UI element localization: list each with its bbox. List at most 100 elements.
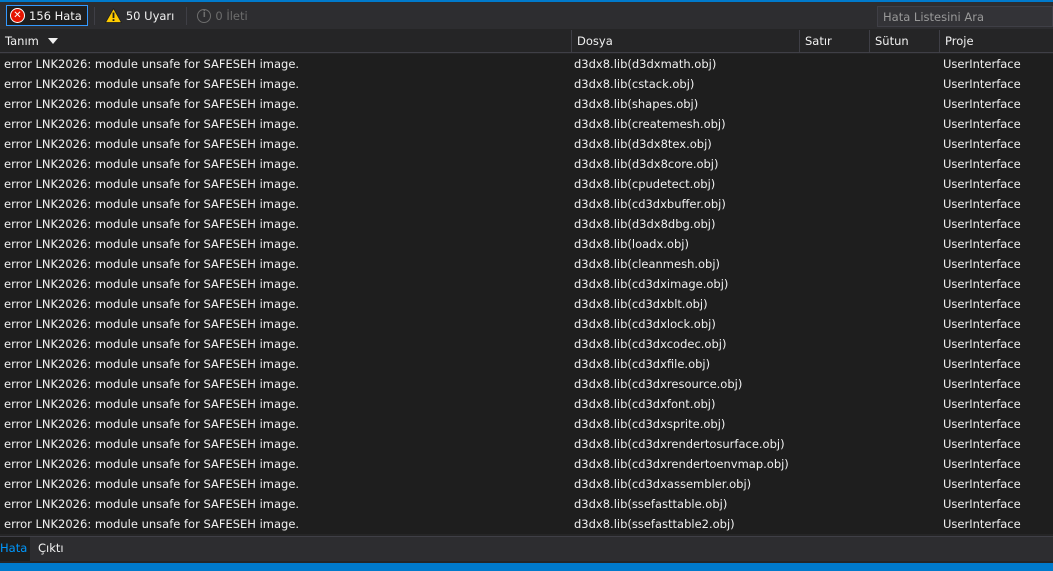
error-description: error LNK2026: module unsafe for SAFESEH…	[4, 237, 300, 251]
error-file: d3dx8.lib(cd3dxsprite.obj)	[574, 417, 726, 431]
column-header-file[interactable]: Dosya	[572, 30, 800, 52]
error-description: error LNK2026: module unsafe for SAFESEH…	[4, 457, 300, 471]
error-project: UserInterface	[943, 357, 1021, 371]
error-project: UserInterface	[943, 417, 1021, 431]
error-file: d3dx8.lib(cd3dxassembler.obj)	[574, 477, 752, 491]
error-description: error LNK2026: module unsafe for SAFESEH…	[4, 397, 300, 411]
column-header-project[interactable]: Proje	[940, 30, 1053, 52]
error-project: UserInterface	[943, 497, 1021, 511]
error-row[interactable]: error LNK2026: module unsafe for SAFESEH…	[0, 514, 1053, 534]
error-row[interactable]: error LNK2026: module unsafe for SAFESEH…	[0, 494, 1053, 514]
column-header-column[interactable]: Sütun	[870, 30, 940, 52]
error-project: UserInterface	[943, 257, 1021, 271]
error-project: UserInterface	[943, 437, 1021, 451]
error-row[interactable]: error LNK2026: module unsafe for SAFESEH…	[0, 114, 1053, 134]
error-file: d3dx8.lib(cleanmesh.obj)	[574, 257, 721, 271]
error-description: error LNK2026: module unsafe for SAFESEH…	[4, 57, 300, 71]
error-row[interactable]: error LNK2026: module unsafe for SAFESEH…	[0, 94, 1053, 114]
error-row[interactable]: error LNK2026: module unsafe for SAFESEH…	[0, 254, 1053, 274]
error-description: error LNK2026: module unsafe for SAFESEH…	[4, 497, 300, 511]
error-row[interactable]: error LNK2026: module unsafe for SAFESEH…	[0, 234, 1053, 254]
error-file: d3dx8.lib(cpudetect.obj)	[574, 177, 716, 191]
error-row[interactable]: error LNK2026: module unsafe for SAFESEH…	[0, 314, 1053, 334]
search-error-list-input[interactable]	[877, 6, 1053, 27]
error-description: error LNK2026: module unsafe for SAFESEH…	[4, 117, 300, 131]
toolbar-separator	[186, 6, 188, 25]
error-file: d3dx8.lib(cstack.obj)	[574, 77, 695, 91]
error-project: UserInterface	[943, 57, 1021, 71]
error-project: UserInterface	[943, 77, 1021, 91]
error-row[interactable]: error LNK2026: module unsafe for SAFESEH…	[0, 154, 1053, 174]
error-project: UserInterface	[943, 477, 1021, 491]
column-header-description[interactable]: Tanım	[0, 30, 572, 52]
error-project: UserInterface	[943, 117, 1021, 131]
error-project: UserInterface	[943, 377, 1021, 391]
error-description: error LNK2026: module unsafe for SAFESEH…	[4, 357, 300, 371]
errors-filter-button[interactable]: ✕ 156 Hata	[6, 5, 88, 26]
column-header-line[interactable]: Satır	[800, 30, 870, 52]
tab-error-list[interactable]: Hata Listesi	[0, 537, 30, 561]
error-file: d3dx8.lib(createmesh.obj)	[574, 117, 726, 131]
error-row[interactable]: error LNK2026: module unsafe for SAFESEH…	[0, 354, 1053, 374]
error-project: UserInterface	[943, 457, 1021, 471]
error-list-rows: error LNK2026: module unsafe for SAFESEH…	[0, 54, 1053, 534]
warnings-filter-button[interactable]: 50 Uyarı	[101, 5, 180, 26]
error-row[interactable]: error LNK2026: module unsafe for SAFESEH…	[0, 194, 1053, 214]
error-row[interactable]: error LNK2026: module unsafe for SAFESEH…	[0, 74, 1053, 94]
error-description: error LNK2026: module unsafe for SAFESEH…	[4, 97, 300, 111]
error-file: d3dx8.lib(shapes.obj)	[574, 97, 699, 111]
error-description: error LNK2026: module unsafe for SAFESEH…	[4, 137, 300, 151]
error-description: error LNK2026: module unsafe for SAFESEH…	[4, 517, 300, 531]
error-file: d3dx8.lib(cd3dximage.obj)	[574, 277, 729, 291]
error-project: UserInterface	[943, 97, 1021, 111]
error-row[interactable]: error LNK2026: module unsafe for SAFESEH…	[0, 214, 1053, 234]
sort-descending-icon	[47, 38, 58, 44]
column-header-line-label: Satır	[805, 34, 832, 48]
error-file: d3dx8.lib(cd3dxresource.obj)	[574, 377, 743, 391]
warning-icon	[104, 8, 122, 23]
error-description: error LNK2026: module unsafe for SAFESEH…	[4, 297, 300, 311]
error-description: error LNK2026: module unsafe for SAFESEH…	[4, 257, 300, 271]
error-icon: ✕	[10, 8, 25, 23]
error-description: error LNK2026: module unsafe for SAFESEH…	[4, 177, 300, 191]
error-row[interactable]: error LNK2026: module unsafe for SAFESEH…	[0, 54, 1053, 74]
error-project: UserInterface	[943, 337, 1021, 351]
error-description: error LNK2026: module unsafe for SAFESEH…	[4, 277, 300, 291]
error-row[interactable]: error LNK2026: module unsafe for SAFESEH…	[0, 454, 1053, 474]
error-description: error LNK2026: module unsafe for SAFESEH…	[4, 77, 300, 91]
error-row[interactable]: error LNK2026: module unsafe for SAFESEH…	[0, 374, 1053, 394]
column-header-description-label: Tanım	[5, 34, 39, 48]
error-row[interactable]: error LNK2026: module unsafe for SAFESEH…	[0, 474, 1053, 494]
error-project: UserInterface	[943, 137, 1021, 151]
messages-filter-label: 0 İleti	[215, 8, 248, 23]
error-row[interactable]: error LNK2026: module unsafe for SAFESEH…	[0, 274, 1053, 294]
error-row[interactable]: error LNK2026: module unsafe for SAFESEH…	[0, 134, 1053, 154]
error-file: d3dx8.lib(ssefasttable2.obj)	[574, 517, 735, 531]
error-file: d3dx8.lib(loadx.obj)	[574, 237, 689, 251]
tab-output-label: Çıktı	[38, 541, 64, 555]
error-row[interactable]: error LNK2026: module unsafe for SAFESEH…	[0, 414, 1053, 434]
error-file: d3dx8.lib(d3dx8tex.obj)	[574, 137, 712, 151]
error-project: UserInterface	[943, 277, 1021, 291]
error-row[interactable]: error LNK2026: module unsafe for SAFESEH…	[0, 434, 1053, 454]
error-description: error LNK2026: module unsafe for SAFESEH…	[4, 217, 300, 231]
tab-output[interactable]: Çıktı	[38, 537, 64, 561]
error-file: d3dx8.lib(cd3dxlock.obj)	[574, 317, 716, 331]
messages-filter-button[interactable]: i 0 İleti	[193, 5, 253, 26]
error-project: UserInterface	[943, 157, 1021, 171]
error-project: UserInterface	[943, 197, 1021, 211]
error-row[interactable]: error LNK2026: module unsafe for SAFESEH…	[0, 294, 1053, 314]
error-row[interactable]: error LNK2026: module unsafe for SAFESEH…	[0, 334, 1053, 354]
error-list-header: Tanım Dosya Satır Sütun Proje	[0, 30, 1053, 53]
error-file: d3dx8.lib(cd3dxfile.obj)	[574, 357, 711, 371]
error-file: d3dx8.lib(cd3dxblt.obj)	[574, 297, 708, 311]
error-row[interactable]: error LNK2026: module unsafe for SAFESEH…	[0, 174, 1053, 194]
error-file: d3dx8.lib(cd3dxbuffer.obj)	[574, 197, 726, 211]
error-project: UserInterface	[943, 177, 1021, 191]
error-file: d3dx8.lib(cd3dxcodec.obj)	[574, 337, 727, 351]
error-file: d3dx8.lib(d3dx8dbg.obj)	[574, 217, 716, 231]
error-file: d3dx8.lib(ssefasttable.obj)	[574, 497, 728, 511]
error-row[interactable]: error LNK2026: module unsafe for SAFESEH…	[0, 394, 1053, 414]
error-description: error LNK2026: module unsafe for SAFESEH…	[4, 157, 300, 171]
info-icon: i	[197, 8, 212, 23]
